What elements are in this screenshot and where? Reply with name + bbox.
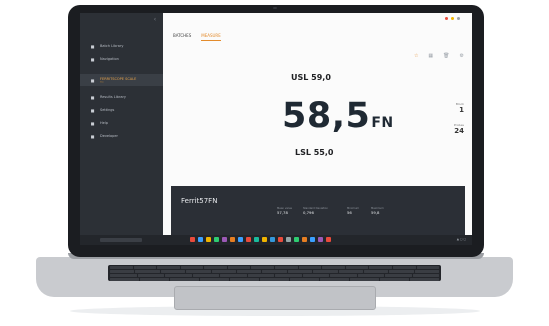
tab-bar: BATCHES MEASURE (173, 33, 231, 41)
code-icon: ■ (90, 133, 95, 139)
grid-icon: ■ (90, 43, 95, 49)
batch-summary-panel: Ferrit57FN Mean value 57,78 Standard Dev… (171, 186, 465, 235)
upper-spec-limit: USL 59,0 (291, 73, 331, 82)
lower-spec-limit: LSL 55,0 (295, 148, 334, 157)
laptop-keyboard (108, 265, 441, 281)
taskbar-app-icon[interactable] (318, 237, 323, 242)
metric-value: 59,8 (371, 210, 380, 215)
taskbar-app-icon[interactable] (270, 237, 275, 242)
metric-value: 0,796 (303, 210, 314, 215)
metric-min: Minimum 56 (347, 207, 359, 215)
sidebar: ‹ ■ Batch Library ■ Navigation ■ FERRITSCOPE … (80, 13, 163, 235)
grid-icon[interactable]: ▦ (428, 53, 433, 59)
help-icon: ■ (90, 120, 95, 126)
sidebar-item[interactable]: ■ Batch Library (80, 40, 163, 52)
taskbar-app-icon[interactable] (302, 237, 307, 242)
probes-value: 24 (454, 127, 464, 135)
measurement-readout: 58,5FN (282, 96, 394, 136)
window-indicators (445, 17, 460, 20)
sidebar-item[interactable]: ■ Results Library (80, 91, 163, 103)
taskbar-app-icon[interactable] (262, 237, 267, 242)
sidebar-item-text: FERRITSCOPE SCALE FN (100, 77, 136, 84)
list-icon: ■ (90, 94, 95, 100)
taskbar-app-icon[interactable] (294, 237, 299, 242)
status-dot-icon (457, 17, 460, 20)
tab-batches[interactable]: BATCHES (173, 33, 191, 41)
collapse-sidebar-icon[interactable]: ‹ (151, 16, 159, 24)
system-tray[interactable]: ▲ ◻ ◻ (457, 237, 466, 241)
sidebar-item[interactable]: ■ Help (80, 117, 163, 129)
camera-icon (273, 7, 277, 9)
sidebar-item-sublabel: FN (100, 80, 104, 84)
taskbar-app-icon[interactable] (286, 237, 291, 242)
taskbar-search[interactable] (100, 238, 142, 242)
block-value: 1 (459, 106, 464, 114)
sidebar-item-label: Settings (100, 108, 115, 112)
taskbar-app-icon[interactable] (222, 237, 227, 242)
taskbar-app-icon[interactable] (254, 237, 259, 242)
block-stat: Block 1 (456, 102, 464, 114)
sidebar-item-label: Navigation (100, 57, 119, 61)
sidebar-item[interactable]: ■ Developer (80, 130, 163, 142)
gear-icon: ■ (90, 107, 95, 113)
sidebar-item[interactable]: ■ Settings (80, 104, 163, 116)
tab-measure[interactable]: MEASURE (201, 33, 221, 41)
batch-name: Ferrit57FN (181, 197, 218, 205)
laptop-lid: ‹ ■ Batch Library ■ Navigation ■ FERRITSCOPE … (68, 5, 484, 257)
taskbar-app-icon[interactable] (230, 237, 235, 242)
metric-mean: Mean value 57,78 (277, 207, 292, 215)
taskbar-app-icon[interactable] (206, 237, 211, 242)
sidebar-item-label: Results Library (100, 95, 126, 99)
os-taskbar: ▲ ◻ ◻ (80, 235, 472, 245)
probes-stat: Probes 24 (454, 123, 464, 135)
sidebar-item-label: Developer (100, 134, 119, 138)
app-screen: ‹ ■ Batch Library ■ Navigation ■ FERRITSCOPE … (80, 13, 472, 245)
metric-value: 57,78 (277, 210, 288, 215)
laptop-trackpad (174, 286, 376, 310)
metric-max: Maximum 59,8 (371, 207, 384, 215)
measurement-unit: FN (371, 115, 394, 131)
home-icon: ■ (90, 56, 95, 62)
star-icon[interactable]: ☆ (414, 53, 418, 59)
sidebar-item-label: Help (100, 121, 108, 125)
measurement-value: 58,5 (282, 96, 371, 136)
sidebar-item[interactable]: ■ Navigation (80, 53, 163, 65)
taskbar-app-icon[interactable] (214, 237, 219, 242)
sidebar-item[interactable]: ■ FERRITSCOPE SCALE FN (80, 74, 163, 86)
taskbar-app-icon[interactable] (278, 237, 283, 242)
metric-value: 56 (347, 210, 352, 215)
gauge-icon: ■ (90, 77, 95, 83)
taskbar-app-icon[interactable] (310, 237, 315, 242)
metric-stddev: Standard Deviation 0,796 (303, 207, 328, 215)
taskbar-app-icon[interactable] (198, 237, 203, 242)
status-dot-icon (451, 17, 454, 20)
taskbar-app-icon[interactable] (238, 237, 243, 242)
taskbar-app-icon[interactable] (246, 237, 251, 242)
taskbar-apps (190, 237, 331, 242)
taskbar-app-icon[interactable] (326, 237, 331, 242)
trash-icon[interactable]: 🗑 (443, 53, 449, 59)
main-area: BATCHES MEASURE ☆ ▦ 🗑 ⚙ USL 59,0 58,5FN … (163, 13, 472, 235)
taskbar-app-icon[interactable] (190, 237, 195, 242)
settings-icon[interactable]: ⚙ (460, 53, 464, 59)
toolbar: ☆ ▦ 🗑 ⚙ (414, 53, 464, 59)
sidebar-item-label: FERRITSCOPE SCALE (100, 76, 137, 81)
status-dot-icon (445, 17, 448, 20)
sidebar-item-label: Batch Library (100, 44, 124, 48)
